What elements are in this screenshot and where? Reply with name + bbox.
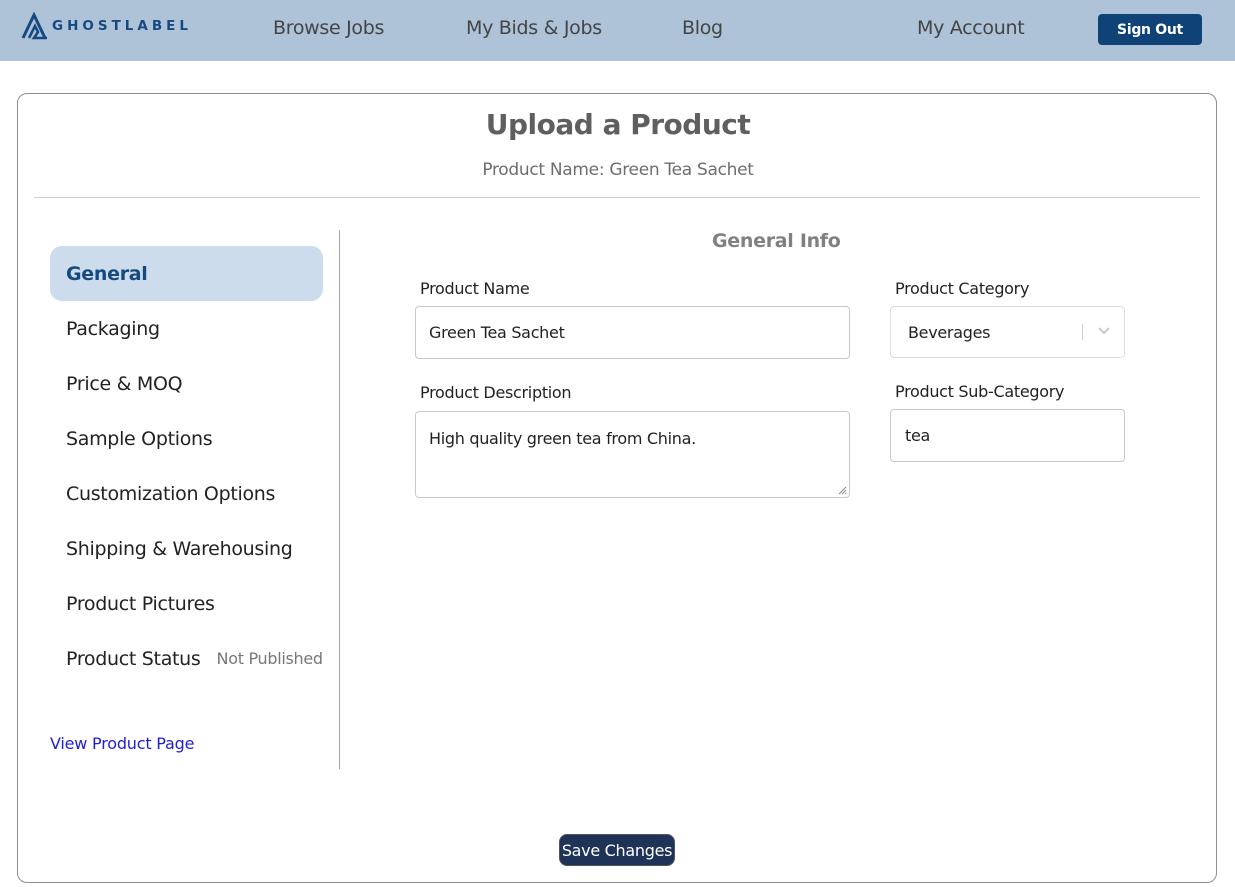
nav-browse-jobs[interactable]: Browse Jobs: [273, 17, 384, 39]
upload-product-card: Upload a Product Product Name: Green Tea…: [17, 93, 1217, 883]
sidebar-item-product-pictures[interactable]: Product Pictures: [50, 576, 323, 631]
top-navbar: GHOSTLABEL Browse Jobs My Bids & Jobs Bl…: [0, 0, 1235, 61]
sidebar-divider: [339, 230, 340, 769]
product-name-value: Green Tea Sachet: [429, 323, 565, 342]
section-sidebar: General Packaging Price & MOQ Sample Opt…: [50, 246, 323, 686]
brand-logo[interactable]: GHOSTLABEL: [21, 12, 192, 40]
sidebar-item-packaging[interactable]: Packaging: [50, 301, 323, 356]
section-title: General Info: [712, 230, 841, 252]
product-description-textarea[interactable]: High quality green tea from China.: [415, 411, 850, 498]
sidebar-item-label: Customization Options: [66, 482, 276, 505]
product-description-value: High quality green tea from China.: [429, 429, 696, 448]
resize-handle-icon[interactable]: [837, 485, 847, 495]
sidebar-item-sample-options[interactable]: Sample Options: [50, 411, 323, 466]
sidebar-item-customization-options[interactable]: Customization Options: [50, 466, 323, 521]
product-sub-category-input[interactable]: tea: [890, 409, 1125, 462]
select-separator: [1082, 324, 1083, 340]
product-status-badge: Not Published: [216, 649, 324, 668]
sidebar-item-label: Price & MOQ: [66, 372, 183, 395]
sidebar-item-product-status[interactable]: Product Status Not Published: [50, 631, 323, 686]
brand-name: GHOSTLABEL: [52, 18, 192, 34]
sidebar-item-shipping-warehousing[interactable]: Shipping & Warehousing: [50, 521, 323, 576]
product-name-label: Product Name: [420, 279, 530, 298]
product-sub-category-label: Product Sub-Category: [895, 382, 1065, 401]
view-product-page-link[interactable]: View Product Page: [50, 734, 194, 753]
product-category-value: Beverages: [908, 322, 991, 342]
sidebar-item-label: Product Status: [66, 647, 201, 670]
product-category-select[interactable]: Beverages: [890, 306, 1125, 358]
sign-out-button[interactable]: Sign Out: [1098, 14, 1202, 45]
header-divider: [34, 197, 1200, 198]
sidebar-item-label: Sample Options: [66, 427, 213, 450]
product-name-input[interactable]: Green Tea Sachet: [415, 306, 850, 359]
chevron-down-icon: [1098, 327, 1110, 335]
page-title: Upload a Product: [485, 108, 751, 141]
sidebar-item-label: Shipping & Warehousing: [66, 537, 293, 560]
ghostlabel-logo-icon: [21, 12, 47, 40]
sidebar-item-price-moq[interactable]: Price & MOQ: [50, 356, 323, 411]
nav-my-bids-jobs[interactable]: My Bids & Jobs: [466, 17, 602, 39]
product-description-label: Product Description: [420, 383, 572, 402]
sidebar-item-label: General: [66, 262, 148, 285]
sidebar-item-general[interactable]: General: [50, 246, 323, 301]
product-sub-category-value: tea: [905, 426, 931, 445]
product-name-subtitle: Product Name: Green Tea Sachet: [482, 160, 754, 180]
nav-blog[interactable]: Blog: [682, 17, 723, 39]
sidebar-item-label: Packaging: [66, 317, 160, 340]
nav-my-account[interactable]: My Account: [917, 17, 1025, 39]
sidebar-item-label: Product Pictures: [66, 592, 215, 615]
save-changes-button[interactable]: Save Changes: [559, 834, 675, 866]
product-category-label: Product Category: [895, 279, 1030, 298]
